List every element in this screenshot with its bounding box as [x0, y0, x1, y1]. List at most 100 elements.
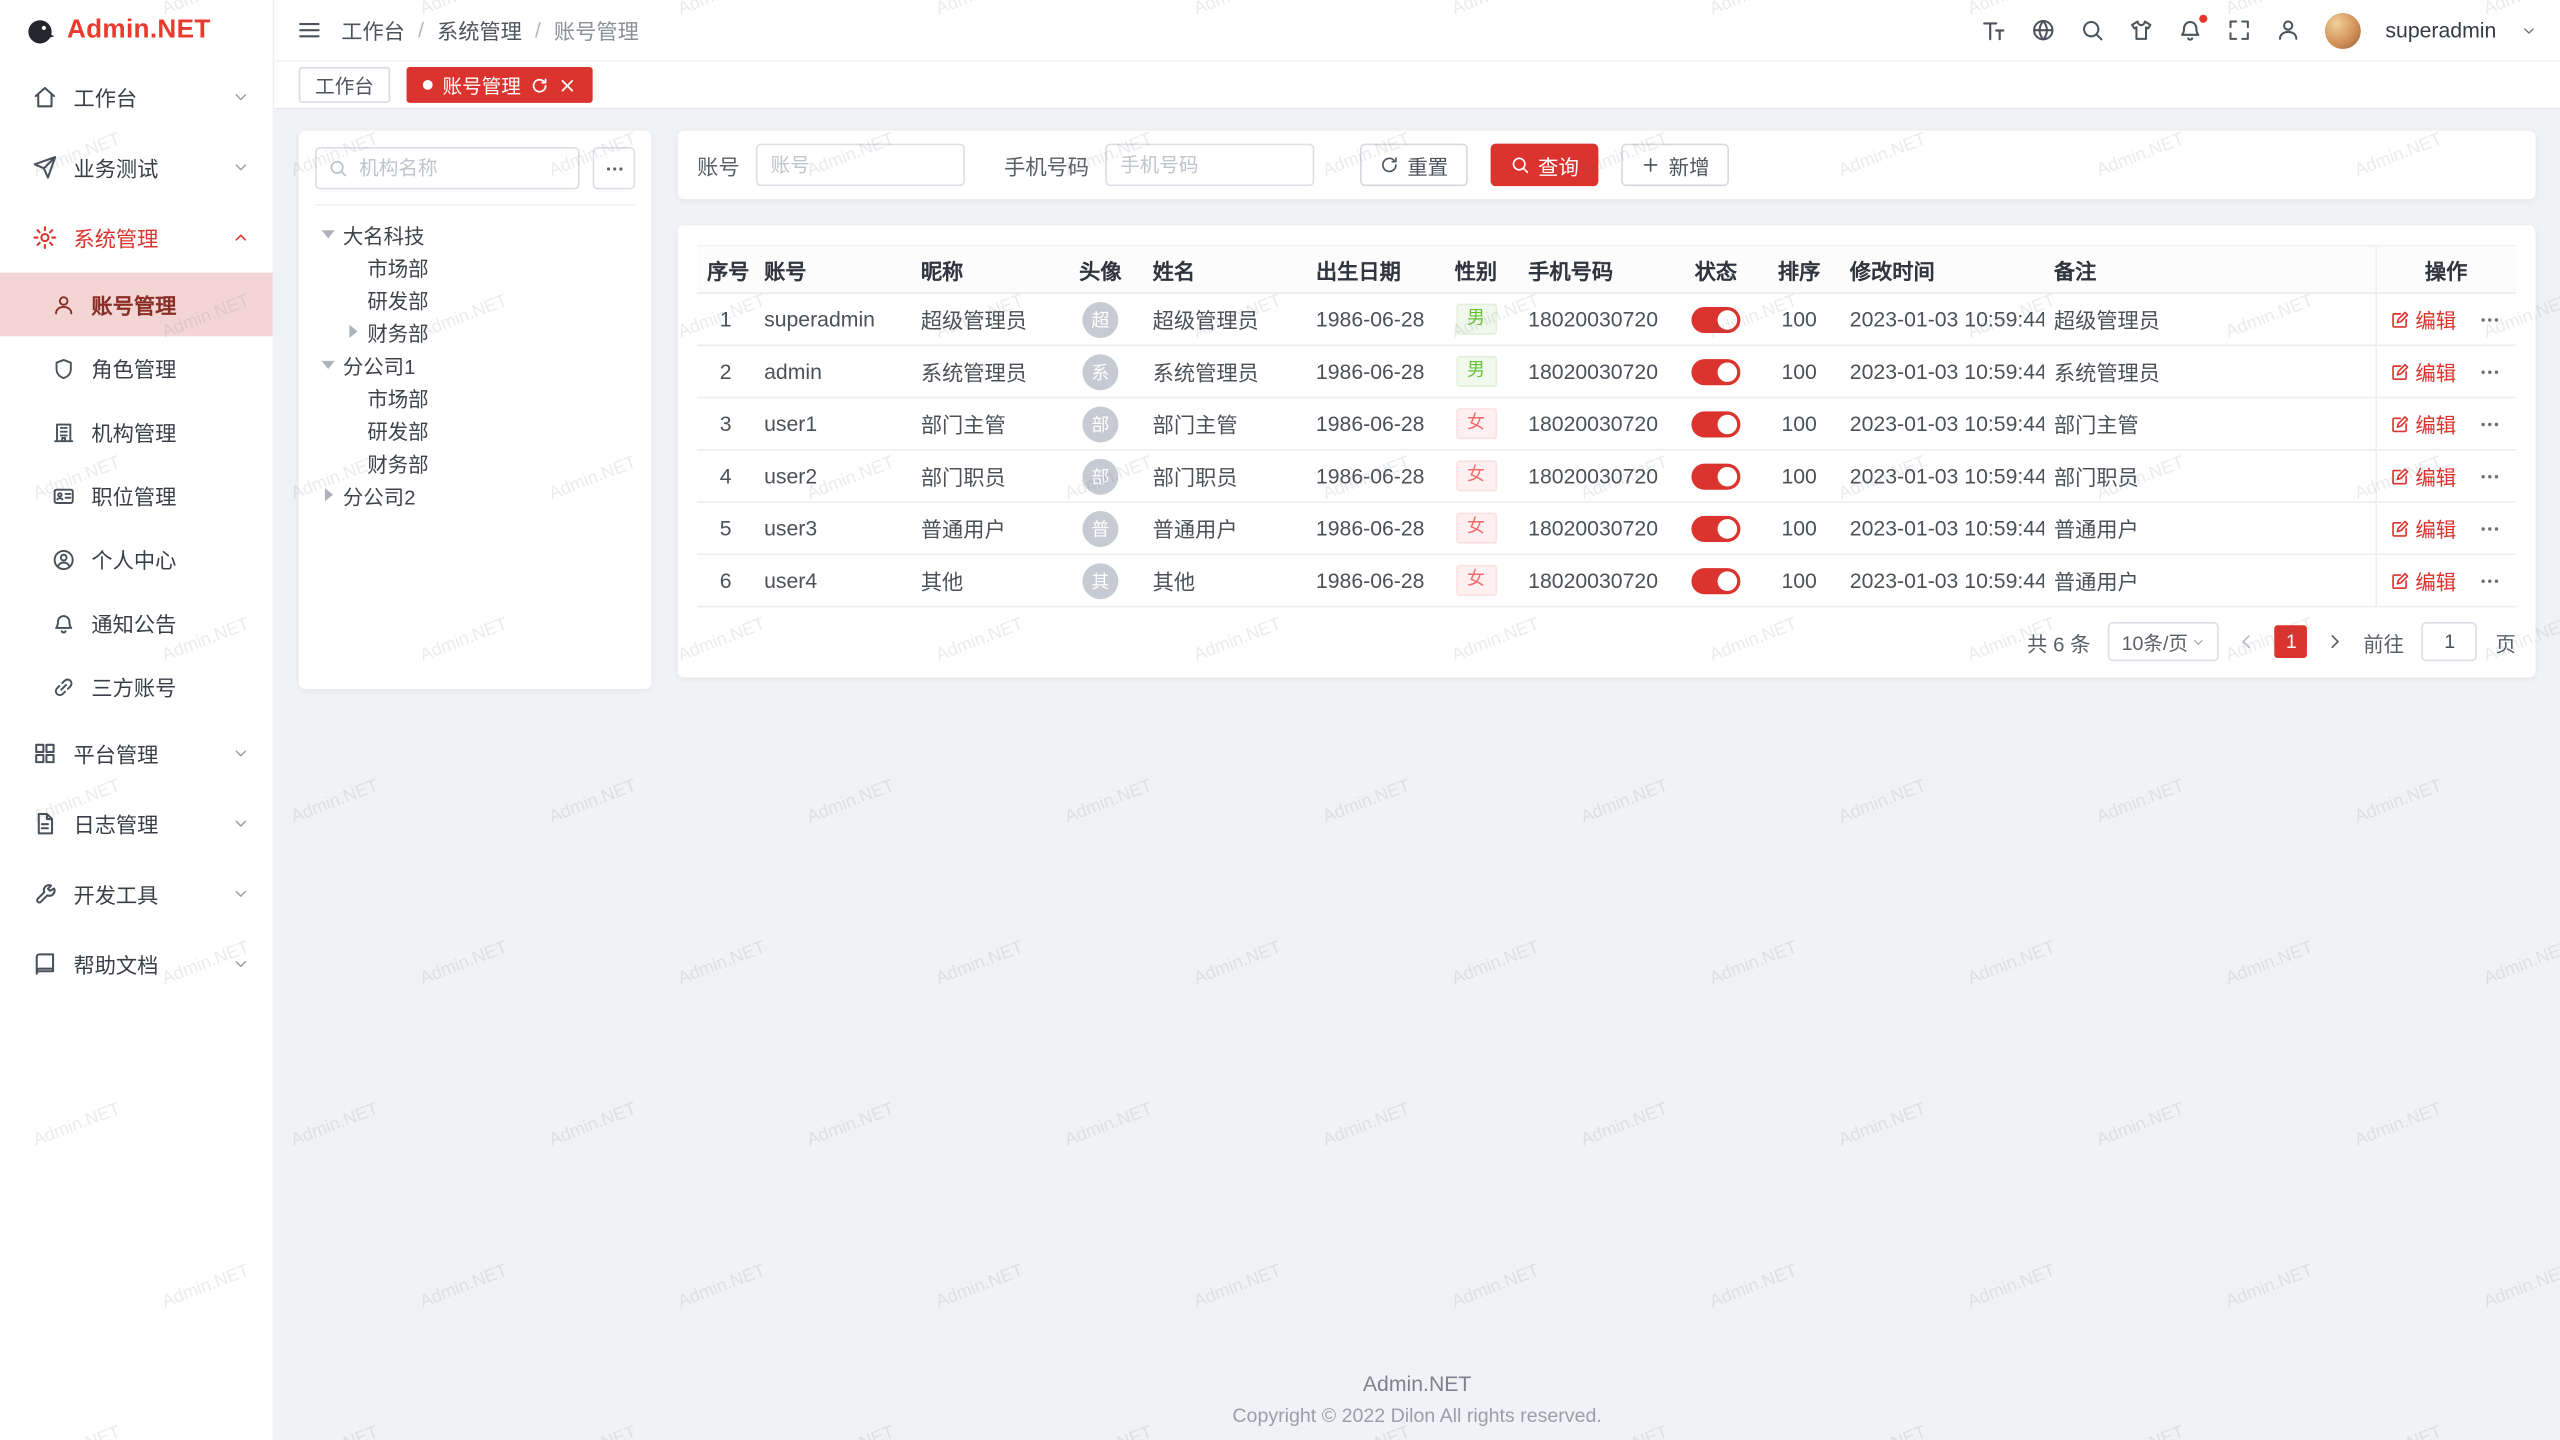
- logo-icon: [24, 16, 55, 47]
- sidebar-item-notice[interactable]: 通知公告: [0, 591, 273, 655]
- goto-page-input[interactable]: [2422, 622, 2478, 661]
- tree-caret-icon[interactable]: [318, 229, 338, 237]
- cell-sort: 100: [1758, 293, 1840, 345]
- tree-node[interactable]: 大名科技: [315, 217, 635, 250]
- tree-caret-icon[interactable]: [318, 360, 338, 368]
- account-input[interactable]: [756, 144, 965, 186]
- cell-phone: 18020030720: [1518, 293, 1673, 345]
- sidebar-item-platform-management[interactable]: 平台管理: [0, 718, 273, 788]
- prev-page-button[interactable]: [2238, 632, 2258, 652]
- more-actions-icon[interactable]: [2478, 569, 2501, 592]
- close-icon[interactable]: [558, 76, 576, 94]
- page-size-select[interactable]: 10条/页: [2109, 622, 2220, 661]
- next-page-button[interactable]: [2326, 632, 2346, 652]
- sidebar-item-business-test[interactable]: 业务测试: [0, 132, 273, 202]
- column-header: 性别: [1433, 246, 1518, 293]
- edit-button[interactable]: 编辑: [2391, 565, 2456, 596]
- collapse-menu-button[interactable]: [297, 18, 321, 42]
- tree-node[interactable]: 财务部: [315, 315, 635, 348]
- wrench-icon: [33, 882, 57, 906]
- more-actions-icon[interactable]: [2478, 412, 2501, 435]
- status-toggle[interactable]: [1691, 463, 1740, 489]
- language-button[interactable]: [2031, 18, 2055, 42]
- column-header: 修改时间: [1840, 246, 2044, 293]
- search-button[interactable]: 查询: [1491, 144, 1599, 186]
- reset-button[interactable]: 重置: [1360, 144, 1468, 186]
- edit-button[interactable]: 编辑: [2391, 460, 2456, 491]
- tree-node[interactable]: 分公司2: [315, 478, 635, 511]
- tree-node[interactable]: 市场部: [315, 380, 635, 413]
- cell-birthday: 1986-06-28: [1306, 398, 1433, 450]
- gender-tag: 男: [1456, 304, 1497, 335]
- gender-tag: 女: [1456, 565, 1497, 596]
- status-toggle[interactable]: [1691, 359, 1740, 385]
- sidebar-item-help-docs[interactable]: 帮助文档: [0, 929, 273, 999]
- sidebar-item-org-management[interactable]: 机构管理: [0, 400, 273, 464]
- sidebar-item-workbench[interactable]: 工作台: [0, 62, 273, 132]
- tab-account-management[interactable]: 账号管理: [407, 67, 593, 103]
- more-actions-icon[interactable]: [2478, 308, 2501, 331]
- sidebar-item-thirdparty-account[interactable]: 三方账号: [0, 655, 273, 719]
- row-avatar: 部: [1082, 406, 1118, 442]
- sidebar-item-personal-center[interactable]: 个人中心: [0, 527, 273, 591]
- tree-caret-icon[interactable]: [343, 325, 363, 338]
- chevron-down-icon[interactable]: [2521, 22, 2537, 38]
- edit-button[interactable]: 编辑: [2391, 356, 2456, 387]
- font-size-button[interactable]: [1981, 17, 2007, 43]
- cell-gender: 男: [1433, 345, 1518, 397]
- more-actions-icon[interactable]: [2478, 517, 2501, 540]
- tree-node[interactable]: 研发部: [315, 413, 635, 446]
- search-icon: [328, 158, 348, 178]
- tab-workbench[interactable]: 工作台: [299, 67, 390, 103]
- edit-button-label: 编辑: [2415, 356, 2456, 387]
- refresh-icon[interactable]: [531, 76, 549, 94]
- status-toggle[interactable]: [1691, 307, 1740, 333]
- edit-button[interactable]: 编辑: [2391, 304, 2456, 335]
- breadcrumb-item-system[interactable]: 系统管理: [437, 15, 522, 46]
- global-search-button[interactable]: [2080, 18, 2104, 42]
- cell-name: 超级管理员: [1143, 293, 1306, 345]
- more-actions-icon[interactable]: [2478, 360, 2501, 383]
- username[interactable]: superadmin: [2385, 18, 2496, 42]
- sidebar-item-position-management[interactable]: 职位管理: [0, 464, 273, 528]
- sidebar-item-dev-tools[interactable]: 开发工具: [0, 859, 273, 929]
- logo[interactable]: Admin.NET: [0, 0, 273, 62]
- theme-button[interactable]: [2129, 18, 2153, 42]
- gender-tag: 女: [1456, 460, 1497, 491]
- cell-remark: 系统管理员: [2044, 345, 2375, 397]
- sidebar-item-role-management[interactable]: 角色管理: [0, 336, 273, 400]
- status-toggle[interactable]: [1691, 516, 1740, 542]
- tree-node[interactable]: 分公司1: [315, 348, 635, 381]
- phone-label: 手机号码: [1004, 149, 1089, 180]
- edit-button-label: 编辑: [2415, 513, 2456, 544]
- profile-button[interactable]: [2276, 18, 2300, 42]
- tree-node-label: 分公司1: [343, 349, 416, 380]
- workspace: 大名科技 市场部 研发部: [274, 109, 2560, 689]
- avatar[interactable]: [2325, 12, 2361, 48]
- tree-caret-icon[interactable]: [318, 488, 338, 501]
- page-1-button[interactable]: 1: [2275, 625, 2308, 658]
- sidebar-item-log-management[interactable]: 日志管理: [0, 789, 273, 859]
- more-actions-icon[interactable]: [2478, 464, 2501, 487]
- breadcrumb-separator: /: [535, 18, 541, 42]
- gender-tag: 女: [1456, 408, 1497, 439]
- edit-button[interactable]: 编辑: [2391, 408, 2456, 439]
- tree-node[interactable]: 研发部: [315, 282, 635, 315]
- add-button[interactable]: 新增: [1621, 144, 1729, 186]
- tree-node[interactable]: 市场部: [315, 250, 635, 283]
- cell-avatar: 其: [1058, 554, 1143, 606]
- status-toggle[interactable]: [1691, 411, 1740, 437]
- tree-more-button[interactable]: [593, 147, 635, 189]
- sidebar-item-system-management[interactable]: 系统管理: [0, 202, 273, 272]
- breadcrumb: 工作台 / 系统管理 / 账号管理: [341, 15, 639, 46]
- notification-button[interactable]: [2178, 18, 2202, 42]
- cell-remark: 超级管理员: [2044, 293, 2375, 345]
- tree-node[interactable]: 财务部: [315, 446, 635, 479]
- sidebar-item-account-management[interactable]: 账号管理: [0, 273, 273, 337]
- status-toggle[interactable]: [1691, 568, 1740, 594]
- breadcrumb-item-workbench[interactable]: 工作台: [341, 15, 405, 46]
- phone-input[interactable]: [1105, 144, 1314, 186]
- edit-button[interactable]: 编辑: [2391, 513, 2456, 544]
- org-search-input[interactable]: [356, 155, 567, 181]
- fullscreen-button[interactable]: [2227, 18, 2251, 42]
